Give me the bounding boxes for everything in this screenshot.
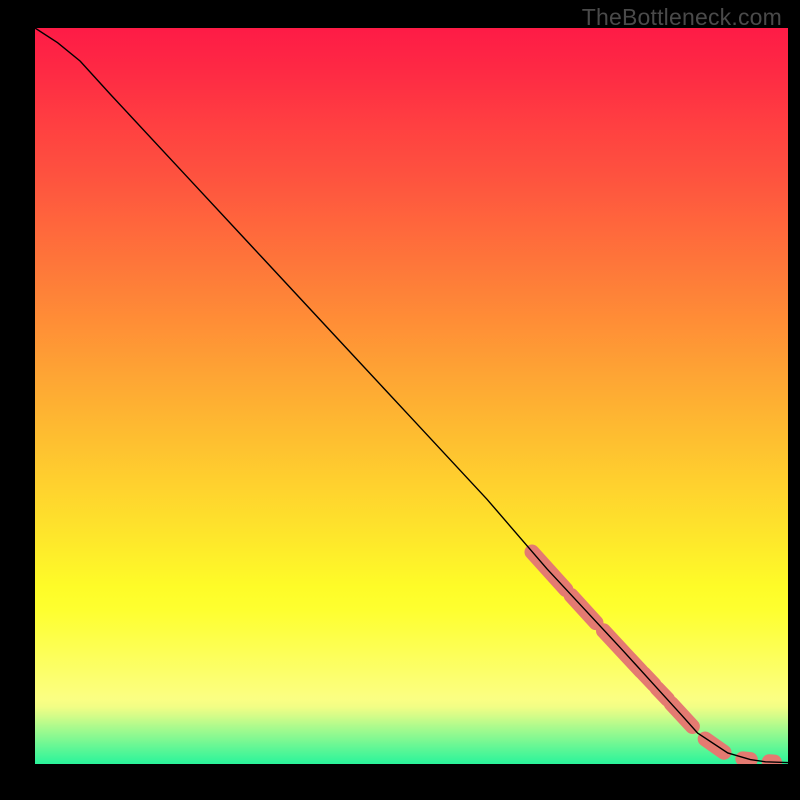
watermark-label: TheBottleneck.com: [582, 4, 782, 31]
chart-svg: [35, 28, 788, 764]
plot-area: [35, 28, 788, 764]
chart-frame: TheBottleneck.com: [0, 0, 800, 800]
gradient-background: [35, 28, 788, 764]
